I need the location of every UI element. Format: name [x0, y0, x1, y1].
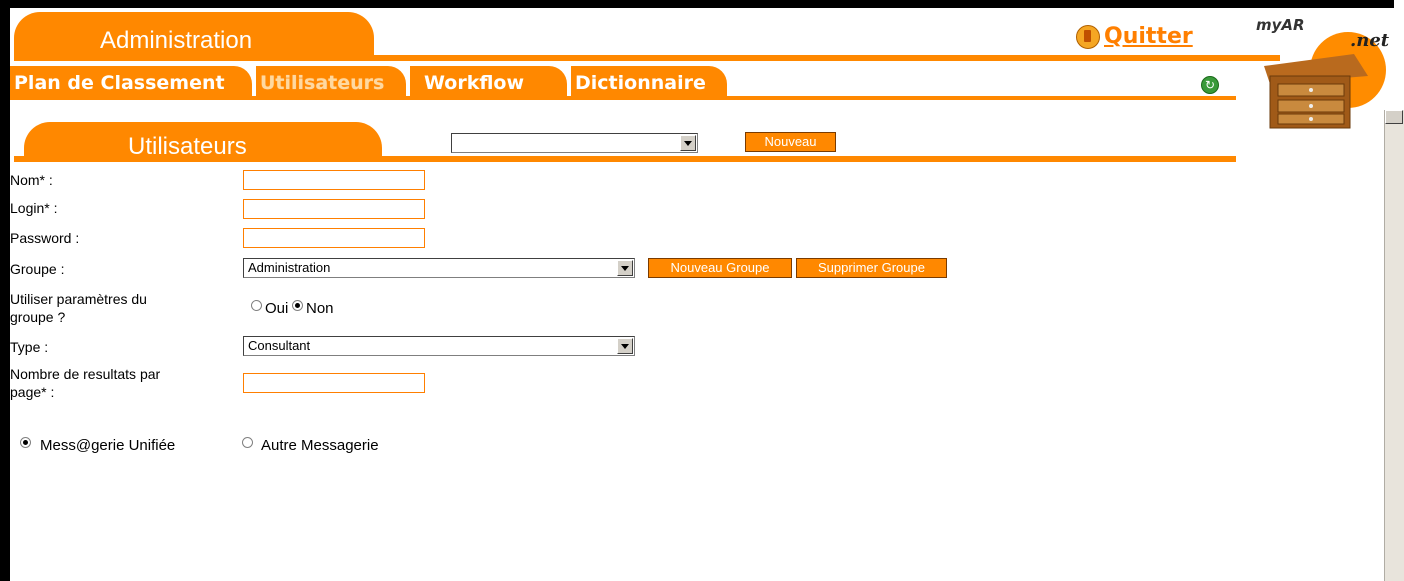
chevron-down-icon[interactable]	[617, 260, 633, 276]
results-per-page-label-line1: Nombre de resultats par	[10, 366, 161, 382]
refresh-icon[interactable]: ↻	[1201, 76, 1219, 94]
vertical-scrollbar[interactable]	[1384, 110, 1404, 581]
use-group-params-label-line2: groupe ?	[10, 309, 66, 325]
new-user-button[interactable]: Nouveau	[745, 132, 836, 152]
unified-messaging-radio[interactable]	[20, 437, 31, 448]
nav-tabs: Plan de Classement Utilisateurs Workflow…	[10, 66, 731, 100]
chevron-down-icon[interactable]	[680, 135, 696, 151]
oui-label: Oui	[265, 300, 289, 317]
other-messaging-radio[interactable]	[242, 437, 253, 448]
use-group-params-label-line1: Utiliser paramètres du	[10, 291, 147, 307]
results-per-page-label: Nombre de resultats par page* :	[10, 365, 160, 401]
results-per-page-field[interactable]	[243, 373, 425, 393]
results-per-page-label-line2: page* :	[10, 384, 55, 400]
non-radio[interactable]	[292, 300, 303, 311]
type-label: Type :	[10, 339, 49, 355]
nom-field[interactable]	[243, 170, 425, 190]
nom-label: Nom* :	[10, 172, 53, 188]
chevron-down-icon[interactable]	[617, 338, 633, 354]
tab-workflow[interactable]: Workflow	[410, 66, 567, 100]
brand-suffix: .net	[1350, 30, 1390, 51]
login-label: Login* :	[10, 200, 58, 216]
tab-dictionnaire[interactable]: Dictionnaire	[571, 66, 727, 100]
tab-utilisateurs[interactable]: Utilisateurs	[256, 66, 406, 100]
quit-link[interactable]: Quitter	[1076, 24, 1193, 49]
header-divider	[14, 55, 1280, 61]
new-group-button[interactable]: Nouveau Groupe	[648, 258, 792, 278]
groupe-select-value: Administration	[248, 260, 331, 275]
quit-label: Quitter	[1104, 24, 1193, 49]
password-label: Password :	[10, 230, 80, 246]
brand-dark: myAR	[1256, 16, 1305, 34]
page-title: Administration	[100, 27, 253, 54]
oui-radio[interactable]	[251, 300, 262, 311]
non-label: Non	[306, 300, 334, 317]
section-divider	[14, 156, 1236, 162]
groupe-label: Groupe :	[10, 261, 65, 277]
password-field[interactable]	[243, 228, 425, 248]
scrollbar-thumb[interactable]	[1385, 110, 1403, 124]
type-select-value: Consultant	[248, 338, 311, 353]
tab-plan-de-classement[interactable]: Plan de Classement	[10, 66, 252, 100]
other-messaging-label: Autre Messagerie	[261, 437, 379, 454]
login-field[interactable]	[243, 199, 425, 219]
use-group-params-label: Utiliser paramètres du groupe ?	[10, 290, 147, 326]
tabs-divider	[10, 96, 1236, 100]
groupe-select[interactable]: Administration	[243, 258, 635, 278]
unified-messaging-label: Mess@gerie Unifiée	[40, 437, 176, 454]
exit-door-icon	[1076, 24, 1100, 49]
user-select[interactable]	[451, 133, 698, 153]
delete-group-button[interactable]: Supprimer Groupe	[796, 258, 947, 278]
type-select[interactable]: Consultant	[243, 336, 635, 356]
